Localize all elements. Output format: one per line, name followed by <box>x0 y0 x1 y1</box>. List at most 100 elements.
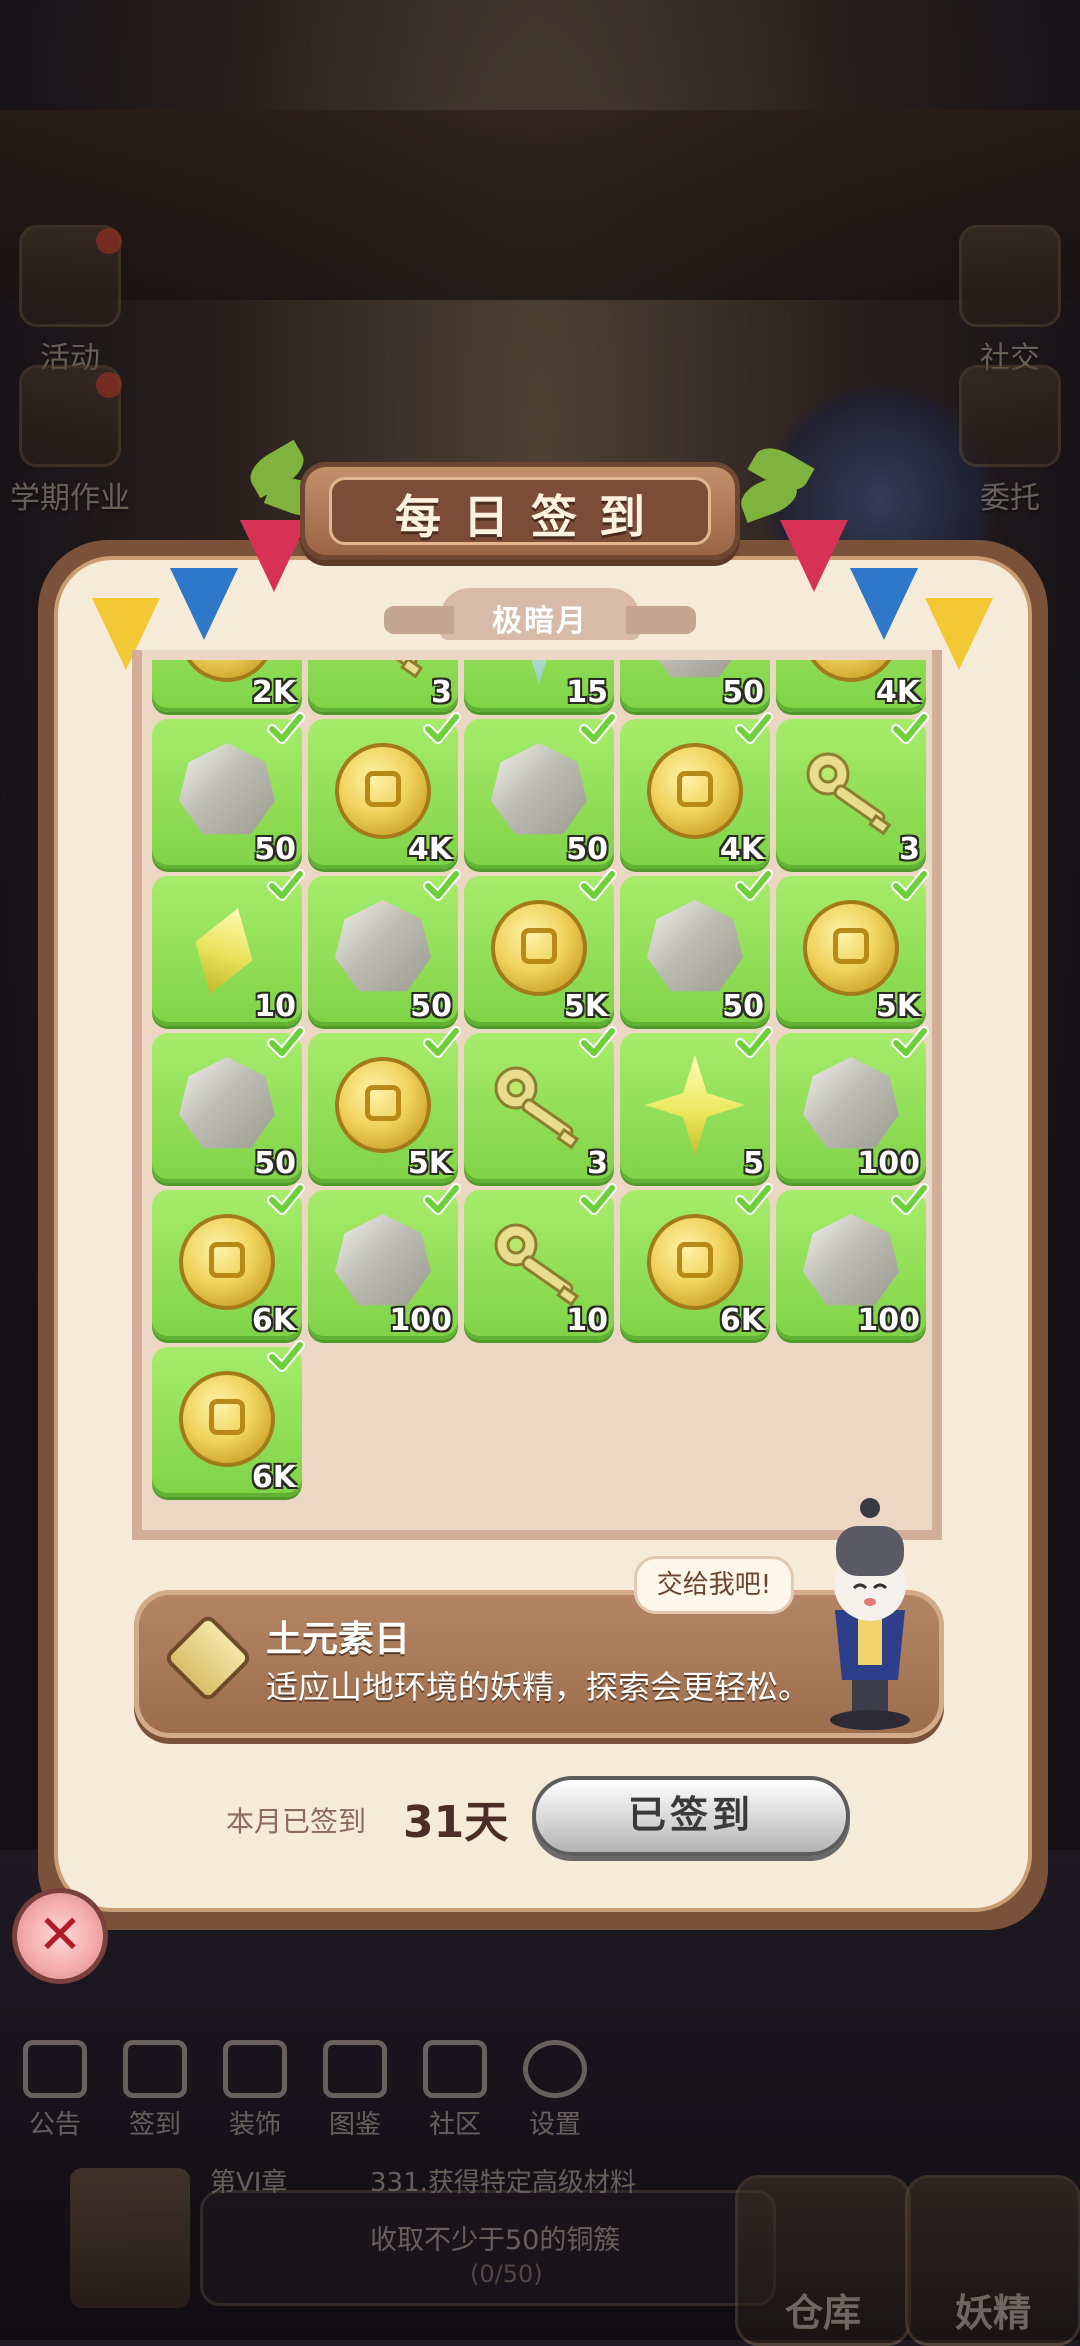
checkmark-icon <box>578 709 618 749</box>
key-icon <box>328 660 438 687</box>
calendar-day-cell[interactable]: 50 <box>620 869 773 1026</box>
dialog-title: 每日签到 <box>395 490 667 544</box>
calendar-day-cell[interactable]: 50 <box>152 1026 305 1183</box>
reward-amount: 10 <box>566 1303 608 1338</box>
calendar-day-cell[interactable]: 50 <box>152 712 305 869</box>
element-day-description: 适应山地环境的妖精，探索会更轻松。 <box>266 1668 811 1706</box>
reward-amount: 50 <box>722 989 764 1024</box>
coin-icon <box>491 900 587 996</box>
key-icon <box>484 1215 594 1315</box>
calendar-day-cell[interactable]: 4K <box>308 712 461 869</box>
calendar-day-cell[interactable]: 100 <box>308 1183 461 1340</box>
calendar-day-cell[interactable]: 5K <box>308 1026 461 1183</box>
reward-amount: 3 <box>431 675 452 710</box>
checkmark-icon <box>578 866 618 906</box>
flag-decoration <box>170 568 238 640</box>
flag-decoration <box>780 520 848 592</box>
checkmark-icon <box>890 1023 930 1063</box>
gem-icon <box>803 1057 899 1149</box>
calendar-day-cell[interactable]: 3 <box>464 1026 617 1183</box>
reward-amount: 6K <box>251 1303 296 1338</box>
mascot-hat <box>836 1526 904 1576</box>
close-button[interactable]: ✕ <box>12 1888 108 1984</box>
reward-amount: 50 <box>566 832 608 867</box>
calendar-day-cell[interactable]: 6K <box>620 1183 773 1340</box>
mascot-mouth <box>864 1598 876 1606</box>
reward-amount: 100 <box>857 1146 920 1181</box>
gem-icon <box>179 743 275 835</box>
reward-amount: 100 <box>389 1303 452 1338</box>
flag-decoration <box>240 520 308 592</box>
checkmark-icon <box>890 709 930 749</box>
reward-amount: 4K <box>875 675 920 710</box>
calendar-day-cell[interactable]: 6K <box>152 1340 305 1497</box>
star-icon <box>645 1055 745 1155</box>
calendar-day-cell[interactable]: 50 <box>308 869 461 1026</box>
calendar-day-cell[interactable]: 2K <box>152 660 302 712</box>
calendar-day-cell[interactable]: 50 <box>620 660 770 712</box>
reward-amount: 3 <box>899 832 920 867</box>
coin-icon <box>179 1371 275 1467</box>
reward-amount: 50 <box>254 1146 296 1181</box>
calendar-day-cell[interactable]: 4K <box>620 712 773 869</box>
checkmark-icon <box>734 709 774 749</box>
checkmark-icon <box>266 1180 306 1220</box>
calendar-day-cell[interactable]: 3 <box>776 712 929 869</box>
calendar-day-cell[interactable]: 100 <box>776 1183 929 1340</box>
reward-amount: 5K <box>875 989 920 1024</box>
calendar-day-cell[interactable]: 6K <box>152 1183 305 1340</box>
reward-amount: 5K <box>407 1146 452 1181</box>
coin-icon <box>335 1057 431 1153</box>
calendar-day-cell[interactable]: 10 <box>152 869 305 1026</box>
reward-amount: 6K <box>251 1460 296 1495</box>
mascot-speech-bubble: 交给我吧! <box>634 1556 794 1614</box>
coin-icon <box>335 743 431 839</box>
coin-icon <box>803 900 899 996</box>
checkmark-icon <box>890 1180 930 1220</box>
reward-amount: 4K <box>407 832 452 867</box>
reward-amount: 10 <box>254 989 296 1024</box>
checkmark-icon <box>266 1023 306 1063</box>
gem-icon <box>335 1214 431 1306</box>
coin-icon <box>647 1214 743 1310</box>
signed-days-label: 本月已签到 <box>226 1805 367 1838</box>
calendar-day-cell[interactable]: 3 <box>308 660 458 712</box>
reward-amount: 50 <box>722 675 764 710</box>
checkmark-icon <box>734 1180 774 1220</box>
calendar-day-cell[interactable]: 5K <box>464 869 617 1026</box>
signed-button[interactable]: 已签到 <box>532 1776 850 1856</box>
checkmark-icon <box>422 1180 462 1220</box>
checkmark-icon <box>266 1337 306 1377</box>
signed-days-count: 31天 <box>403 1797 509 1848</box>
calendar-day-cell[interactable]: 4K <box>776 660 926 712</box>
calendar-day-cell[interactable]: 5 <box>620 1026 773 1183</box>
checkmark-icon <box>578 1023 618 1063</box>
key-icon <box>484 1058 594 1158</box>
flag-decoration <box>850 568 918 640</box>
gem-icon <box>491 743 587 835</box>
reward-amount: 3 <box>587 1146 608 1181</box>
close-icon: ✕ <box>37 1903 83 1966</box>
key-icon <box>796 744 906 844</box>
reward-amount: 2K <box>251 675 296 710</box>
reward-amount: 100 <box>857 1303 920 1338</box>
calendar-day-cell[interactable]: 100 <box>776 1026 929 1183</box>
mascot-hat-top <box>860 1498 880 1518</box>
checkmark-icon <box>422 1023 462 1063</box>
calendar-grid[interactable]: 2K 3 15 50 4K 50 4K 50 4K 3 10 50 5K 50 5K 50 5K 3 5 100 6K 1… <box>152 660 932 1530</box>
calendar-day-cell[interactable]: 5K <box>776 869 929 1026</box>
diamond-icon <box>182 899 267 1003</box>
checkmark-icon <box>266 866 306 906</box>
calendar-day-cell[interactable]: 50 <box>464 712 617 869</box>
calendar-day-cell[interactable]: 15 <box>464 660 614 712</box>
reward-amount: 4K <box>719 832 764 867</box>
reward-amount: 6K <box>719 1303 764 1338</box>
gem-icon <box>179 1057 275 1149</box>
mascot-base <box>830 1710 910 1730</box>
calendar-day-cell[interactable]: 10 <box>464 1183 617 1340</box>
coin-icon <box>179 1214 275 1310</box>
checkmark-icon <box>266 709 306 749</box>
reward-amount: 50 <box>410 989 452 1024</box>
dialog-title-plate: 每日签到 <box>300 462 740 560</box>
checkmark-icon <box>578 1180 618 1220</box>
